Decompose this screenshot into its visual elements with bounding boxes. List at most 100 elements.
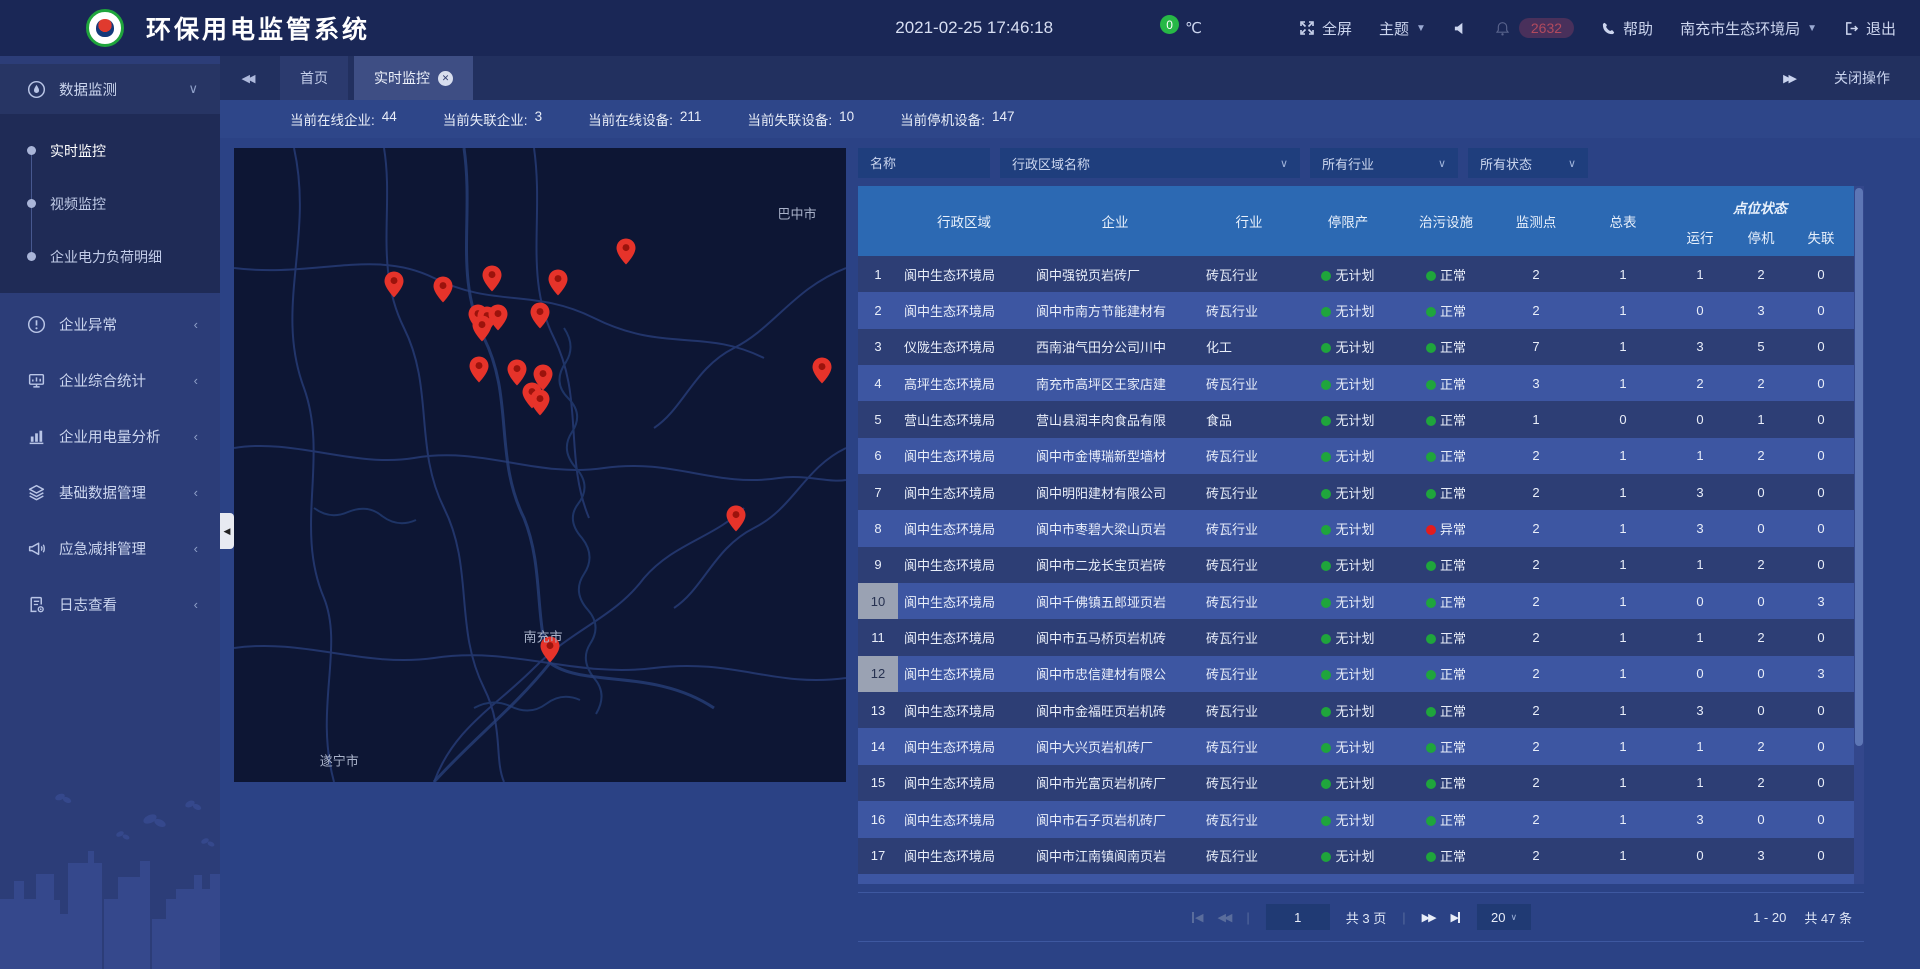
cell-index: 12 [858, 656, 898, 692]
table-row[interactable]: 2阆中生态环境局阆中市南方节能建材有砖瓦行业无计划正常21030 [858, 292, 1854, 328]
organization-dropdown[interactable]: 南充市生态环境局 ▼ [1680, 18, 1817, 39]
cell-lost-count: 0 [1790, 339, 1852, 354]
industry-filter-select[interactable]: 所有行业 ∨ [1310, 148, 1458, 178]
map-pin[interactable] [531, 389, 550, 416]
prev-page-button[interactable]: ◀◀ [1217, 911, 1230, 924]
cell-meter-count: 1 [1578, 630, 1668, 645]
map-pin[interactable] [472, 315, 491, 342]
name-filter-input[interactable] [858, 148, 990, 178]
tab-home[interactable]: 首页 [280, 56, 348, 100]
cell-run-count: 1 [1668, 267, 1732, 282]
chevron-collapsed-icon: ‹ [194, 373, 198, 388]
cell-stop-status: 无计划 [1298, 374, 1398, 393]
status-dot [1321, 707, 1331, 717]
status-dot [1426, 452, 1436, 462]
scrollbar-thumb[interactable] [1855, 188, 1863, 746]
table-row[interactable]: 11阆中生态环境局阆中市五马桥页岩机砖砖瓦行业无计划正常21120 [858, 619, 1854, 655]
table-row[interactable]: 17阆中生态环境局阆中市江南镇阆南页岩砖瓦行业无计划正常21030 [858, 838, 1854, 874]
map-pin[interactable] [616, 238, 635, 265]
sidebar-item-实时监控[interactable]: 实时监控 [0, 124, 220, 177]
close-operations-button[interactable]: 关闭操作 [1834, 68, 1890, 88]
table-row[interactable]: 1阆中生态环境局阆中强锐页岩砖厂砖瓦行业无计划正常21120 [858, 256, 1854, 292]
stat-item-2: 当前在线设备:211 [588, 109, 701, 129]
logout-button[interactable]: 退出 [1844, 18, 1896, 39]
map-pin[interactable] [727, 505, 746, 532]
sidebar-group-base-data[interactable]: 基础数据管理 ‹ [0, 467, 220, 517]
cell-lost-count: 3 [1790, 666, 1852, 681]
chevron-down-icon: ∨ [1280, 157, 1288, 170]
table-row[interactable]: 7阆中生态环境局阆中明阳建材有限公司砖瓦行业无计划正常21300 [858, 474, 1854, 510]
first-page-button[interactable]: ◀ [1191, 911, 1201, 924]
sidebar-item-视频监控[interactable]: 视频监控 [0, 177, 220, 230]
map-pin[interactable] [433, 276, 452, 303]
sidebar-group-logs[interactable]: 日志查看 ‹ [0, 579, 220, 629]
map-canvas[interactable]: 巴中市南充市遂宁市 [234, 148, 846, 782]
map-pin[interactable] [483, 265, 502, 292]
table-row[interactable]: 6阆中生态环境局阆中市金博瑞新型墙材砖瓦行业无计划正常21120 [858, 438, 1854, 474]
table-row[interactable]: 8阆中生态环境局阆中市枣碧大梁山页岩砖瓦行业无计划异常21300 [858, 510, 1854, 546]
cell-monitor-count: 2 [1494, 303, 1578, 318]
table-row[interactable]: 14阆中生态环境局阆中大兴页岩机砖厂砖瓦行业无计划正常21120 [858, 728, 1854, 764]
tabs-scroll-right-button[interactable]: ▶▶ [1783, 72, 1794, 85]
table-row[interactable]: 16阆中生态环境局阆中市石子页岩机砖厂砖瓦行业无计划正常21300 [858, 801, 1854, 837]
table-row[interactable]: 18南部生态环境局南部县雄狮乡页岩砖厂砖瓦行业无计划正常21420 [858, 874, 1854, 884]
cell-halt-count: 2 [1732, 448, 1790, 463]
chevron-left-icon: ◀ [224, 526, 231, 537]
notifications[interactable] [1495, 21, 1510, 36]
cell-region: 阆中生态环境局 [898, 664, 1030, 683]
table-row[interactable]: 5营山生态环境局营山县润丰肉食品有限食品无计划正常10010 [858, 401, 1854, 437]
page-size-select[interactable]: 20 ∨ [1477, 904, 1531, 930]
status-dot [1321, 525, 1331, 535]
status-dot [1426, 416, 1436, 426]
cell-region: 阆中生态环境局 [898, 701, 1030, 720]
table-row[interactable]: 10阆中生态环境局阆中千佛镇五郎垭页岩砖瓦行业无计划正常21003 [858, 583, 1854, 619]
page-number-input[interactable] [1266, 904, 1330, 930]
sidebar-group-emergency[interactable]: 应急减排管理 ‹ [0, 523, 220, 573]
chevron-collapsed-icon: ‹ [194, 485, 198, 500]
map-pin[interactable] [812, 357, 831, 384]
cell-lost-count: 0 [1790, 775, 1852, 790]
sidebar-group-power-analysis[interactable]: 企业用电量分析 ‹ [0, 411, 220, 461]
table-row[interactable]: 13阆中生态环境局阆中市金福旺页岩机砖砖瓦行业无计划正常21300 [858, 692, 1854, 728]
status-filter-select[interactable]: 所有状态 ∨ [1468, 148, 1588, 178]
cell-company: 阆中市江南镇阆南页岩 [1030, 846, 1200, 865]
next-page-button[interactable]: ▶▶ [1422, 911, 1435, 924]
table-row[interactable]: 4高坪生态环境局南充市高坪区王家店建砖瓦行业无计划正常31220 [858, 365, 1854, 401]
last-page-button[interactable]: ▶ [1451, 911, 1461, 924]
sidebar-group-company-abnormal[interactable]: 企业异常 ‹ [0, 299, 220, 349]
cell-monitor-count: 3 [1494, 376, 1578, 391]
cell-region: 南部生态环境局 [898, 883, 1030, 884]
tab-close-icon[interactable]: ✕ [438, 71, 453, 86]
theme-dropdown[interactable]: 主题 ▼ [1379, 18, 1426, 39]
sidebar-collapse-handle[interactable]: ◀ [220, 513, 234, 549]
sound-button[interactable] [1453, 21, 1468, 36]
map-pin[interactable] [384, 271, 403, 298]
tab-realtime-monitor[interactable]: 实时监控 ✕ [354, 56, 473, 100]
map-pin[interactable] [470, 356, 489, 383]
enterprise-table-panel: 行政区域名称 ∨ 所有行业 ∨ 所有状态 ∨ 行政区域 企业 行业 [858, 148, 1868, 948]
sidebar-group-company-statistics[interactable]: 企业综合统计 ‹ [0, 355, 220, 405]
map-pin[interactable] [548, 269, 567, 296]
notification-count-badge[interactable]: 2632 [1519, 18, 1574, 38]
sidebar-group-data-monitoring[interactable]: 数据监测 ∨ [0, 64, 220, 114]
stat-label: 当前在线设备: [588, 109, 673, 129]
sidebar-item-企业电力负荷明细[interactable]: 企业电力负荷明细 [0, 230, 220, 283]
table-row[interactable]: 12阆中生态环境局阆中市忠信建材有限公砖瓦行业无计划正常21003 [858, 656, 1854, 692]
cell-lost-count: 0 [1790, 739, 1852, 754]
tabs-scroll-left-button[interactable]: ◀◀ [220, 56, 274, 100]
cell-halt-count: 0 [1732, 485, 1790, 500]
help-button[interactable]: 帮助 [1601, 18, 1653, 39]
cell-region: 仪陇生态环境局 [898, 337, 1030, 356]
map-pin[interactable] [531, 302, 550, 329]
cell-stop-status: 无计划 [1298, 483, 1398, 502]
col-lost: 失联 [1790, 227, 1852, 251]
pagination-bar: ◀ ◀◀ | 共 3 页 | ▶▶ ▶ 20 ∨ 1 - 20 共 47 条 [858, 892, 1864, 942]
table-row[interactable]: 9阆中生态环境局阆中市二龙长宝页岩砖砖瓦行业无计划正常21120 [858, 547, 1854, 583]
region-filter-select[interactable]: 行政区域名称 ∨ [1000, 148, 1300, 178]
table-scrollbar[interactable] [1854, 186, 1864, 884]
enterprise-table: 行政区域 企业 行业 停限产 治污设施 监测点 总表 点位状态 运行 停机 失联… [858, 186, 1864, 884]
cell-run-count: 1 [1668, 557, 1732, 572]
table-row[interactable]: 3仪陇生态环境局西南油气田分公司川中化工无计划正常71350 [858, 329, 1854, 365]
table-row[interactable]: 15阆中生态环境局阆中市光富页岩机砖厂砖瓦行业无计划正常21120 [858, 765, 1854, 801]
fullscreen-button[interactable]: 全屏 [1299, 18, 1352, 39]
